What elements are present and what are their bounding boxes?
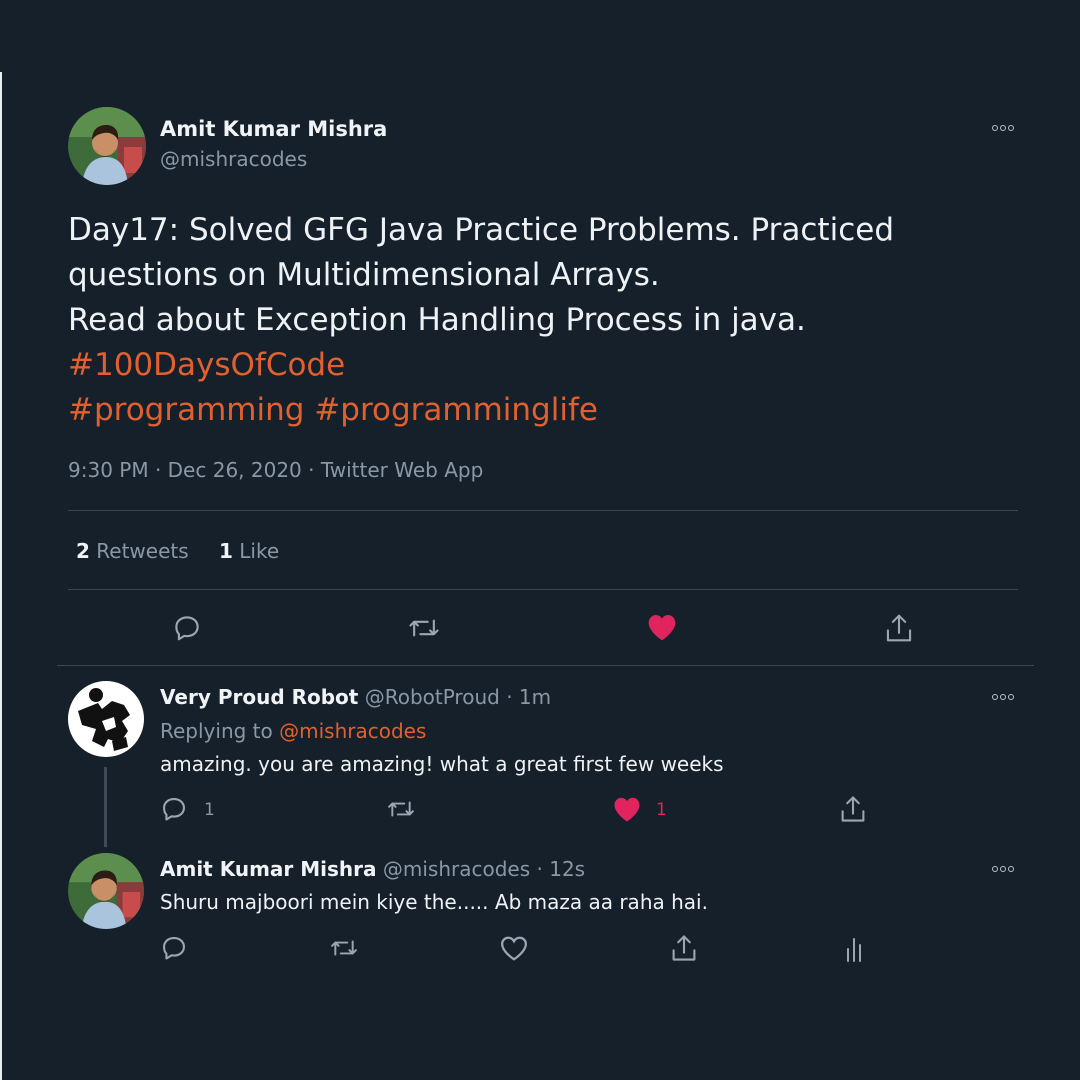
reply-2-time[interactable]: · 12s xyxy=(537,857,586,881)
reply-2-text: Shuru majboori mein kiye the..... Ab maz… xyxy=(160,890,708,914)
more-options-icon[interactable] xyxy=(992,125,1014,131)
retweets-stat[interactable]: 2 Retweets xyxy=(76,539,189,563)
reply-icon[interactable] xyxy=(160,795,188,823)
hashtag-links[interactable]: #programming #programminglife xyxy=(68,392,598,428)
retweet-icon[interactable] xyxy=(386,796,416,822)
reply-1-header: Very Proud Robot @RobotProud · 1m xyxy=(160,685,551,709)
reply-1-text: amazing. you are amazing! what a great f… xyxy=(160,752,724,776)
left-border xyxy=(0,72,2,1080)
reply-1-author-name[interactable]: Very Proud Robot xyxy=(160,685,358,709)
share-icon[interactable] xyxy=(839,794,867,824)
retweets-label: Retweets xyxy=(96,539,189,563)
share-icon[interactable] xyxy=(884,612,914,644)
author-handle[interactable]: @mishracodes xyxy=(160,147,307,171)
more-options-icon[interactable] xyxy=(992,694,1014,700)
reply-2-author-handle[interactable]: @mishracodes xyxy=(383,857,530,881)
author-avatar[interactable] xyxy=(68,107,146,185)
retweets-count: 2 xyxy=(76,539,90,563)
likes-count: 1 xyxy=(219,539,233,563)
like-icon[interactable] xyxy=(499,934,529,962)
author-avatar[interactable] xyxy=(68,853,144,929)
robot-avatar[interactable] xyxy=(68,681,144,757)
reply-icon[interactable] xyxy=(172,613,202,643)
tweet-text-line-3: Read about Exception Handling Process in… xyxy=(68,302,806,338)
likes-stat[interactable]: 1 Like xyxy=(219,539,279,563)
replying-to-label: Replying to xyxy=(160,719,273,743)
analytics-icon[interactable] xyxy=(844,935,864,963)
hashtag-link[interactable]: #100DaysOfCode xyxy=(68,347,345,383)
tweet-text-line-1: Day17: Solved GFG Java Practice Problems… xyxy=(68,212,894,248)
reply-icon[interactable] xyxy=(160,934,188,962)
reply-count: 1 xyxy=(204,800,215,820)
divider xyxy=(57,665,1034,666)
likes-label: Like xyxy=(239,539,280,563)
author-name[interactable]: Amit Kumar Mishra xyxy=(160,117,387,141)
replying-to-line: Replying to @mishracodes xyxy=(160,719,426,743)
share-icon[interactable] xyxy=(670,933,698,963)
divider xyxy=(68,510,1018,511)
reply-1-author-handle[interactable]: @RobotProud xyxy=(365,685,500,709)
retweet-icon[interactable] xyxy=(329,935,359,961)
tweet-thread-screen: Amit Kumar Mishra @mishracodes Day17: So… xyxy=(0,0,1080,1080)
like-icon-filled[interactable] xyxy=(612,795,642,823)
more-options-icon[interactable] xyxy=(992,866,1014,872)
tweet-timestamp[interactable]: 9:30 PM · Dec 26, 2020 · Twitter Web App xyxy=(68,458,483,482)
reply-2-author-name[interactable]: Amit Kumar Mishra xyxy=(160,857,377,881)
replying-to-link[interactable]: @mishracodes xyxy=(279,719,426,743)
divider xyxy=(68,589,1018,590)
reply-2-header: Amit Kumar Mishra @mishracodes · 12s xyxy=(160,857,585,881)
tweet-text-line-2: questions on Multidimensional Arrays. xyxy=(68,257,660,293)
reply-1-time[interactable]: · 1m xyxy=(506,685,551,709)
like-count: 1 xyxy=(656,800,667,820)
like-icon-filled[interactable] xyxy=(646,612,678,642)
retweet-icon[interactable] xyxy=(408,613,440,643)
thread-connector xyxy=(104,767,107,847)
